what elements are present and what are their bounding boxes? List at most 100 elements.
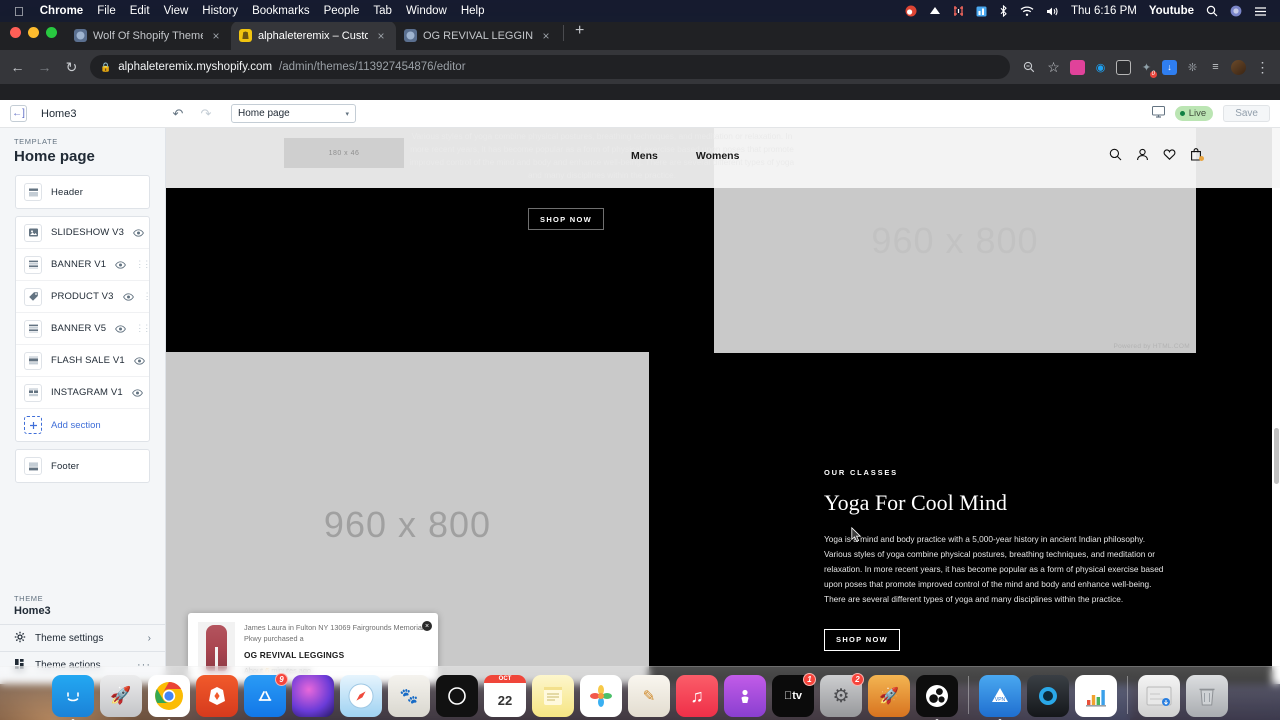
exit-editor-icon[interactable]: ←]	[10, 105, 27, 122]
minimize-window-button[interactable]	[28, 27, 39, 38]
classes-shop-now-button[interactable]: SHOP NOW	[824, 628, 900, 651]
close-window-button[interactable]	[10, 27, 21, 38]
menubar-item-bookmarks[interactable]: Bookmarks	[245, 5, 317, 17]
menubar-item-help[interactable]: Help	[454, 5, 492, 17]
save-button[interactable]: Save	[1223, 105, 1270, 122]
ext-list-icon[interactable]: ≡	[1208, 59, 1223, 75]
dock-item-music[interactable]: ♫	[676, 675, 718, 717]
browser-tab-customize-home[interactable]: alphaleteremix – Customize Ho ×	[231, 21, 396, 50]
close-icon[interactable]: ×	[374, 29, 388, 43]
preview-scrollbar-track[interactable]	[1272, 128, 1280, 684]
volume-icon[interactable]	[1040, 6, 1065, 17]
eye-icon[interactable]	[122, 292, 134, 301]
alfred-icon[interactable]	[947, 5, 970, 17]
dock-item-cleanmymac[interactable]: 🚀	[868, 675, 910, 717]
menubar-clock[interactable]: Thu 6:16 PM	[1065, 5, 1143, 17]
dock-item-pages[interactable]: ✎	[628, 675, 670, 717]
obs-icon[interactable]	[899, 5, 923, 17]
menubar-item-file[interactable]: File	[90, 5, 123, 17]
ext-tool-icon[interactable]: ✦ 0	[1139, 59, 1157, 78]
eye-icon[interactable]	[131, 388, 143, 397]
star-icon[interactable]: ☆	[1045, 59, 1062, 76]
wishlist-heart-icon[interactable]	[1163, 148, 1176, 161]
cart-icon[interactable]	[1190, 148, 1204, 161]
maximize-window-button[interactable]	[46, 27, 57, 38]
screenshot-icon[interactable]	[970, 6, 993, 17]
eye-icon[interactable]	[133, 356, 145, 365]
sidebar-item-instagram-v1[interactable]: INSTAGRAM V1 ⋮⋮	[16, 377, 149, 409]
profile-avatar[interactable]	[1231, 59, 1246, 75]
menubar-item-tab[interactable]: Tab	[366, 5, 399, 17]
add-section-button[interactable]: Add section	[16, 409, 149, 441]
dock-item-app-store[interactable]: 9	[244, 673, 288, 717]
close-icon[interactable]: ×	[209, 29, 223, 43]
drag-handle-icon[interactable]: ⋮⋮	[135, 259, 149, 270]
nordvpn-icon[interactable]	[923, 5, 947, 17]
menubar-item-view[interactable]: View	[157, 5, 196, 17]
dock-item-google-chrome[interactable]	[148, 675, 190, 720]
window-traffic-lights[interactable]	[10, 27, 57, 38]
dock-item-brave-browser[interactable]	[196, 675, 238, 717]
siri-icon[interactable]	[1224, 5, 1248, 17]
dock-item-quicktime[interactable]	[1027, 675, 1069, 717]
sidebar-item-slideshow-v3[interactable]: SLIDESHOW V3 ⋮⋮	[16, 217, 149, 249]
drag-handle-icon[interactable]: ⋮⋮	[143, 291, 149, 302]
page-selector[interactable]: Home page ▾	[231, 104, 356, 123]
sidebar-item-banner-v5[interactable]: BANNER V5 ⋮⋮	[16, 313, 149, 345]
menubar-user[interactable]: Youtube	[1143, 5, 1200, 17]
nav-item-womens[interactable]: Womens	[696, 150, 740, 162]
apple-icon[interactable]: 	[14, 5, 24, 18]
back-icon[interactable]: ←	[9, 59, 26, 75]
dock-item-nordvpn[interactable]: VPN	[979, 675, 1021, 720]
menubar-item-history[interactable]: History	[195, 5, 245, 17]
control-center-icon[interactable]	[1248, 6, 1273, 17]
address-bar[interactable]: 🔒 alphaleteremix.myshopify.com/admin/the…	[90, 55, 1010, 79]
dock-item-apple-tv[interactable]: tv 1	[772, 673, 816, 717]
eye-icon[interactable]	[133, 228, 144, 237]
dock-item-finder[interactable]	[52, 675, 94, 720]
new-tab-button[interactable]: +	[566, 22, 593, 40]
theme-preview-canvas[interactable]: 960 x 800 Powered by HTML.COM 960 x 800 …	[166, 128, 1280, 684]
dock-item-nightowl[interactable]	[436, 675, 478, 717]
undo-icon[interactable]: ↶	[169, 106, 187, 122]
kebab-menu-icon[interactable]: ⋮	[1254, 59, 1271, 76]
ext-puzzle-icon[interactable]: ❊	[1185, 59, 1200, 75]
account-icon[interactable]	[1136, 148, 1149, 161]
redo-icon[interactable]: ↷	[197, 106, 215, 122]
sidebar-item-banner-v1[interactable]: BANNER V1 ⋮⋮	[16, 249, 149, 281]
zoom-out-icon[interactable]	[1020, 61, 1037, 73]
search-icon[interactable]	[1109, 148, 1122, 161]
close-icon[interactable]: ×	[539, 29, 553, 43]
ext-pink-icon[interactable]	[1070, 59, 1085, 75]
spotlight-search-icon[interactable]	[1200, 5, 1224, 17]
eye-icon[interactable]	[115, 324, 127, 333]
dock-item-safari[interactable]	[340, 675, 382, 717]
drag-handle-icon[interactable]: ⋮⋮	[135, 323, 149, 334]
dock-item-system-preferences[interactable]: ⚙ 2	[820, 673, 864, 717]
ext-twitter-icon[interactable]: ◉	[1093, 59, 1108, 75]
dock-item-notes[interactable]	[532, 675, 574, 717]
menubar-item-edit[interactable]: Edit	[123, 5, 157, 17]
dock-item-photos[interactable]	[580, 675, 622, 717]
dock-item-podcasts[interactable]	[724, 675, 766, 717]
wifi-icon[interactable]	[1014, 5, 1040, 17]
dock-item-calendar[interactable]: OCT 22	[484, 675, 526, 717]
ext-instagram-icon[interactable]	[1116, 59, 1131, 75]
sidebar-item-footer[interactable]: Footer	[16, 450, 149, 482]
dock-item-trash[interactable]	[1186, 675, 1228, 717]
sidebar-item-theme-settings[interactable]: Theme settings ›	[0, 624, 165, 651]
dock-item-numbers[interactable]	[1075, 675, 1117, 717]
forward-icon[interactable]: →	[36, 59, 53, 75]
sidebar-item-header[interactable]: Header	[16, 176, 149, 208]
hero-shop-now-button[interactable]: SHOP NOW	[528, 208, 604, 230]
menubar-item-window[interactable]: Window	[399, 5, 454, 17]
preview-scrollbar-thumb[interactable]	[1274, 428, 1279, 484]
sidebar-item-flash-sale-v1[interactable]: FLASH SALE V1 ⋮⋮	[16, 345, 149, 377]
bluetooth-icon[interactable]	[993, 5, 1014, 17]
dock-item-launchpad[interactable]: 🚀	[100, 675, 142, 717]
dock-item-obs-studio[interactable]	[916, 675, 958, 720]
sidebar-item-product-v3[interactable]: PRODUCT V3 ⋮⋮	[16, 281, 149, 313]
browser-tab-wolf-of-shopify[interactable]: Wolf Of Shopify Theme ×	[66, 21, 231, 50]
dock-item-mail[interactable]: 🐾	[388, 675, 430, 717]
dock-item-downloads-stack[interactable]	[1138, 675, 1180, 717]
